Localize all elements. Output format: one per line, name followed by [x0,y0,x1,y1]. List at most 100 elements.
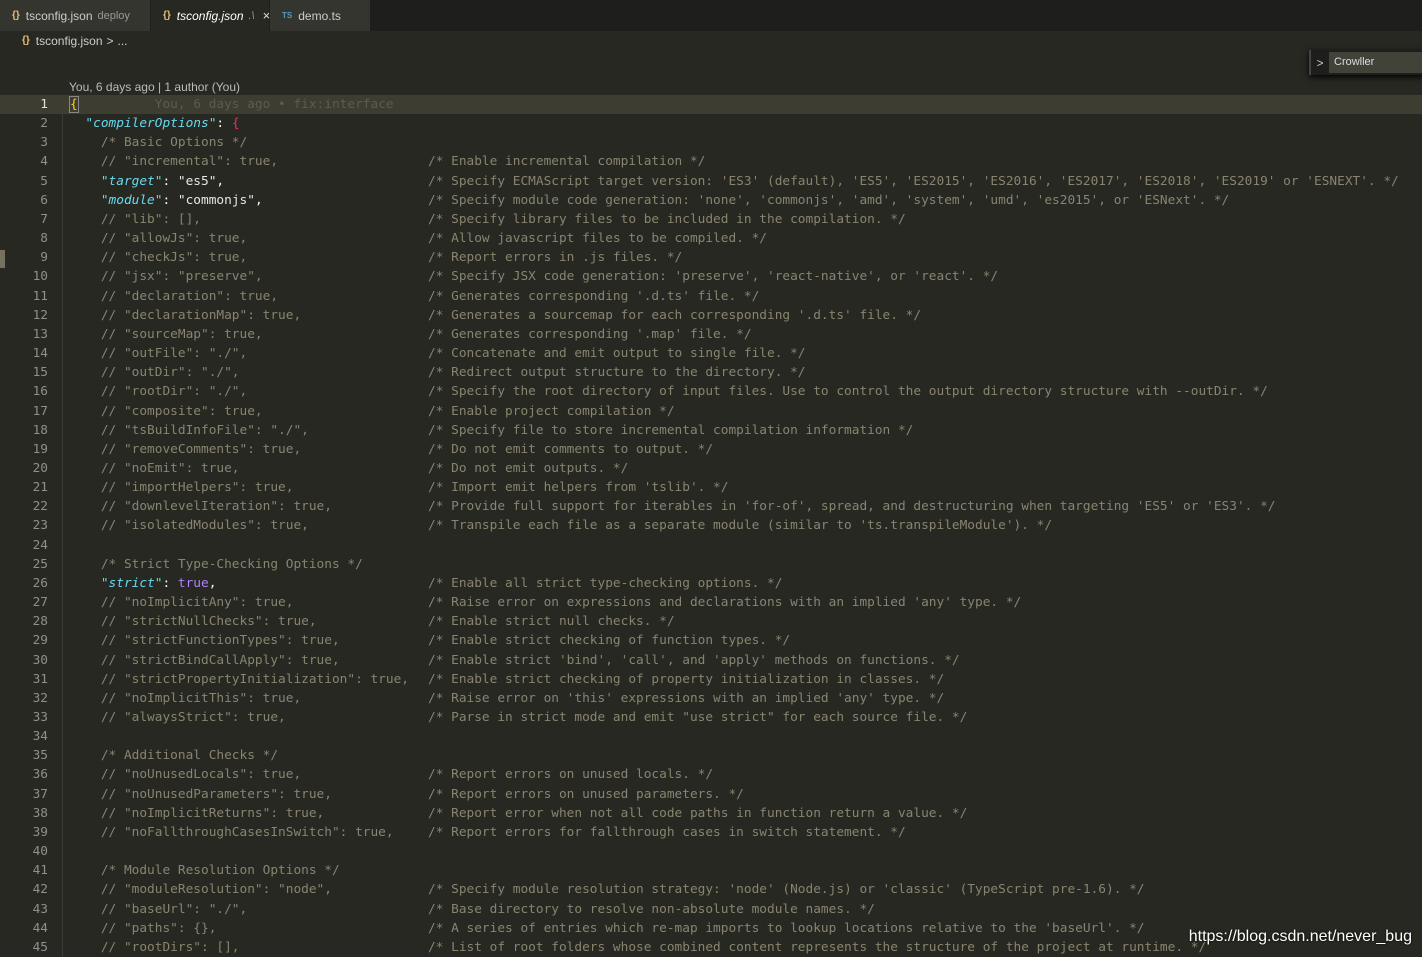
code-punctuation [70,710,101,725]
code-line: 37 // "noUnusedParameters": true, /* Repo… [0,785,1422,804]
code-comment: // "declaration": true, [100,288,279,304]
brace: { [69,96,79,113]
line-source: "compilerOptions": { [70,114,239,133]
code-line: 2 "compilerOptions": { [0,114,1422,133]
trailing-comment: /* Enable strict 'bind', 'call', and 'ap… [428,652,960,668]
line-source: // "outFile": "./", [70,344,247,363]
tab-label: demo.ts [298,8,341,23]
tab-tsconfig-json[interactable]: {} tsconfig.json deploy [0,0,150,31]
code-punctuation [70,672,101,687]
line-number: 29 [32,633,48,649]
line-source: // "checkJs": true, [70,248,247,267]
breadcrumb-file[interactable]: tsconfig.json [36,34,103,48]
code-line: 43 // "baseUrl": "./", /* Base directory … [0,900,1422,919]
code-line: 31 // "strictPropertyInitialization": tr… [0,670,1422,689]
code-punctuation [70,327,101,342]
code-comment: // "isolatedModules": true, [100,518,309,534]
line-source: // "strictBindCallApply": true, [70,651,340,670]
line-source: // "strictPropertyInitialization": true, [70,670,409,689]
line-source: // "baseUrl": "./", [70,900,247,919]
code-punctuation [70,289,101,304]
code-line: 3 /* Basic Options */ [0,133,1422,152]
trailing-comment: /* Generates a sourcemap for each corres… [428,307,922,323]
ts-file-icon: TS [282,11,293,20]
code-comment: // "noUnusedLocals": true, [100,767,302,783]
code-line: 15 // "outDir": "./", /* Redirect output … [0,363,1422,382]
code-comment: // "baseUrl": "./", [100,901,248,917]
code-line: 27 // "noImplicitAny": true, /* Raise err… [0,593,1422,612]
code-punctuation [70,423,101,438]
code-comment: // "paths": {}, [100,920,217,936]
git-blame-codelens[interactable]: You, 6 days ago | 1 author (You) [69,80,240,94]
trailing-comment: /* Specify JSX code generation: 'preserv… [428,269,999,285]
code-punctuation [70,480,101,495]
line-number: 15 [32,365,48,381]
code-line: 38 // "noImplicitReturns": true, /* Repor… [0,804,1422,823]
line-number: 30 [32,652,48,668]
code-comment: // "rootDir": "./", [100,384,248,400]
code-comment: // "strictNullChecks": true, [100,614,317,630]
breadcrumb-symbol[interactable]: ... [118,34,128,48]
trailing-comment: /* Enable strict checking of function ty… [428,633,791,649]
code-comment: // "importHelpers": true, [100,480,294,496]
code-punctuation [70,921,101,936]
code-punctuation [70,499,101,514]
code-line: 35 /* Additional Checks */ [0,746,1422,765]
tab-label: tsconfig.json [176,8,244,23]
trailing-comment: /* Generates corresponding '.d.ts' file.… [428,288,760,304]
code-comment: // "strictBindCallApply": true, [100,652,340,668]
trailing-comment: /* Enable incremental compilation */ [428,154,706,170]
code-comment: // "downlevelIteration": true, [100,499,332,515]
trailing-comment: /* Parse in strict mode and emit "use st… [428,710,968,725]
code-comment: // "noFallthroughCasesInSwitch": true, [100,824,394,840]
code-line: 25 /* Strict Type-Checking Options */ [0,555,1422,574]
line-source: // "importHelpers": true, [70,478,294,497]
line-source: // "removeComments": true, [70,440,301,459]
code-punctuation: : [216,116,232,132]
code-punctuation [70,825,101,840]
code-line: 28 // "strictNullChecks": true, /* Enable… [0,612,1422,631]
tab-demo-ts[interactable]: TS demo.ts [270,0,370,31]
code-punctuation [70,250,101,265]
trailing-comment: /* Do not emit comments to output. */ [428,441,714,457]
code-comment: // "alwaysStrict": true, [100,710,286,725]
trailing-comment: /* Concatenate and emit output to single… [428,346,806,362]
code-punctuation: , [216,173,225,189]
line-source: // "strictFunctionTypes": true, [70,631,340,650]
trailing-comment: /* Specify the root directory of input f… [428,384,1268,400]
code-comment: // "sourceMap": true, [100,326,263,342]
line-number: 16 [32,384,48,400]
trailing-comment: /* Import emit helpers from 'tslib'. */ [428,480,729,496]
toggle-replace-chevron-icon[interactable]: > [1311,56,1329,70]
tab-tsconfig-json[interactable]: {} tsconfig.json .\ × [151,0,270,31]
line-number: 35 [32,748,48,764]
line-number: 11 [32,288,48,304]
code-comment: // "allowJs": true, [100,231,248,247]
code-punctuation [70,863,101,878]
code-editor[interactable]: 1{ You, 6 days ago • fix:interface 2 "com… [0,95,1422,957]
line-source: // "incremental": true, [70,152,278,171]
json-key: "compilerOptions" [85,116,217,132]
line-source: // "isolatedModules": true, [70,516,309,535]
code-punctuation [70,346,101,361]
code-line: 21 // "importHelpers": true, /* Import em… [0,478,1422,497]
code-punctuation [70,116,85,131]
line-source: "strict": true, [70,574,217,593]
trailing-comment: /* Specify module resolution strategy: '… [428,882,1145,898]
code-comment: // "strictPropertyInitialization": true, [100,671,410,687]
code-comment: // "composite": true, [100,403,263,419]
code-punctuation [70,404,101,419]
code-comment: // "noUnusedParameters": true, [100,786,332,802]
trailing-comment: /* Specify module code generation: 'none… [428,192,1230,208]
json-value: "commonjs" [177,192,255,208]
trailing-comment: /* Do not emit outputs. */ [428,460,629,476]
find-input[interactable]: Crowller [1329,52,1422,73]
code-comment: /* Additional Checks */ [100,748,279,764]
line-number: 21 [32,480,48,496]
code-comment: // "noImplicitThis": true, [100,690,302,706]
code-comment: // "noEmit": true, [100,460,240,476]
line-number: 23 [32,518,48,534]
line-source: // "declarationMap": true, [70,306,301,325]
code-punctuation [70,614,101,629]
code-comment: // "outFile": "./", [100,346,248,362]
